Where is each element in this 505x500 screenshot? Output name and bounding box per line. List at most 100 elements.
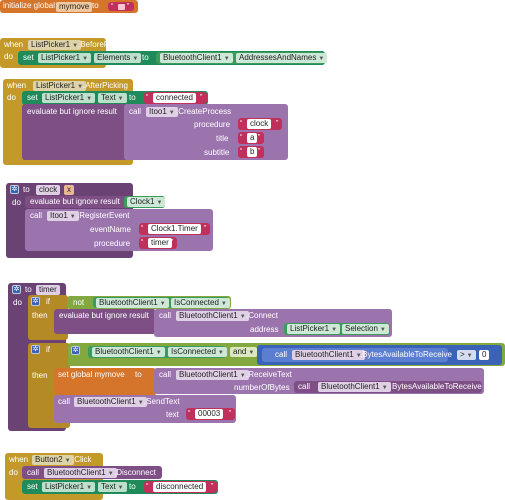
property-dropdown[interactable]: IsConnected ▼ xyxy=(168,347,227,357)
property-dropdown[interactable]: Text ▼ xyxy=(98,482,127,492)
bytes-available-getter-block[interactable]: call BluetoothClient1 ▼ BytesAvailableToR… xyxy=(294,381,482,393)
eventname-param-label: eventName xyxy=(90,225,131,234)
call-label: call xyxy=(129,107,142,116)
property-dropdown[interactable]: AddressesAndNames ▼ xyxy=(236,53,328,63)
text-block[interactable]: “ a ” xyxy=(238,132,264,144)
empty-text-block[interactable]: “ ” xyxy=(108,2,134,11)
component-dropdown[interactable]: Clock1 ▼ xyxy=(127,197,166,207)
isconnected-getter-block[interactable]: BluetoothClient1 ▼ IsConnected ▼ xyxy=(88,346,227,358)
if-label: if xyxy=(46,297,50,306)
text-value[interactable]: connected xyxy=(153,93,196,103)
selection-getter-block[interactable]: ListPicker1 ▼ Selection ▼ xyxy=(284,323,390,335)
do-label: do xyxy=(7,93,16,102)
connect-call-block[interactable]: call BluetoothClient1 ▼ .Connect address … xyxy=(154,309,392,337)
text-block[interactable]: “ timer ” xyxy=(139,237,177,249)
text-block[interactable]: “ clock ” xyxy=(238,118,282,130)
global-var-name[interactable]: mymove xyxy=(56,2,93,12)
component-dropdown[interactable]: BluetoothClient1 ▼ xyxy=(318,382,391,392)
bluetooth-getter-block[interactable]: BluetoothClient1 ▼ . AddressesAndNames ▼ xyxy=(156,52,328,64)
procedure-name-field[interactable]: timer xyxy=(36,285,60,295)
text-value[interactable]: disconnected xyxy=(153,482,207,492)
isconnected-getter-block[interactable]: BluetoothClient1 ▼ IsConnected ▼ xyxy=(93,297,230,308)
property-dropdown[interactable]: Selection ▼ xyxy=(342,324,389,334)
property-dropdown[interactable]: IsConnected ▼ xyxy=(171,298,230,308)
to-label: to xyxy=(25,285,32,294)
empty-text-field[interactable] xyxy=(118,4,125,10)
component-dropdown[interactable]: Button2 ▼ xyxy=(32,455,74,465)
text-value[interactable]: Clock1.Timer xyxy=(148,224,201,234)
text-block[interactable]: “ Clock1.Timer ” xyxy=(139,223,210,235)
component-dropdown[interactable]: BluetoothClient1 ▼ xyxy=(44,468,117,478)
set-text-block[interactable]: set ListPicker1 ▼ Text ▼ to “ connected ” xyxy=(22,91,208,105)
to-label: to xyxy=(92,1,99,10)
method-name: .BytesAvailableToReceive xyxy=(360,350,452,359)
component-dropdown[interactable]: ListPicker1 ▼ xyxy=(28,40,82,50)
component-dropdown[interactable]: BluetoothClient1 ▼ xyxy=(176,370,249,380)
component-dropdown[interactable]: ListPicker1 ▼ xyxy=(287,324,341,334)
when-label: when xyxy=(7,81,27,90)
param-x[interactable]: x xyxy=(64,185,74,195)
and-block[interactable]: ✲ BluetoothClient1 ▼ IsConnected ▼ and ▼ ca… xyxy=(68,343,505,366)
not-block[interactable]: not BluetoothClient1 ▼ IsConnected ▼ xyxy=(67,296,231,309)
clock1-component-block[interactable]: Clock1 ▼ xyxy=(124,196,166,208)
register-event-call-block[interactable]: call Itoo1 ▼ .RegisterEvent eventName pro… xyxy=(25,209,213,251)
component-dropdown[interactable]: BluetoothClient1 ▼ xyxy=(176,311,249,321)
text-value[interactable]: 00003 xyxy=(195,409,224,419)
text-block[interactable]: “ 00003 ” xyxy=(186,408,235,420)
gear-icon[interactable]: ✲ xyxy=(10,185,19,194)
text-value[interactable]: b xyxy=(247,147,258,157)
gear-icon[interactable]: ✲ xyxy=(71,346,80,355)
call-label: call xyxy=(159,370,172,379)
send-text-call-block[interactable]: call BluetoothClient1 ▼ .SendText text “ … xyxy=(54,395,236,423)
disconnect-call-block[interactable]: call BluetoothClient1 ▼ .Disconnect xyxy=(22,466,162,479)
text-block[interactable]: “ disconnected ” xyxy=(144,481,217,493)
create-process-call-block[interactable]: call Itoo1 ▼ .CreateProcess procedure tit… xyxy=(124,104,288,160)
property-dropdown[interactable]: Text ▼ xyxy=(98,93,127,103)
component-dropdown[interactable]: BluetoothClient1 ▼ xyxy=(92,347,165,357)
numberofbytes-param-label: numberOfBytes xyxy=(234,383,290,392)
component-dropdown[interactable]: Itoo1 ▼ xyxy=(47,211,79,221)
gear-icon[interactable]: ✲ xyxy=(31,345,40,354)
quote-icon: ” xyxy=(229,410,232,417)
bytes-available-call-block[interactable]: call BluetoothClient1 ▼ .BytesAvailableTo… xyxy=(262,348,452,362)
component-dropdown[interactable]: Itoo1 ▼ xyxy=(146,107,178,117)
compare-block[interactable]: call BluetoothClient1 ▼ .BytesAvailableTo… xyxy=(257,345,502,365)
component-dropdown[interactable]: ListPicker1 ▼ xyxy=(33,81,87,91)
set-label: set xyxy=(27,93,38,102)
text-block[interactable]: “ connected ” xyxy=(144,92,207,104)
receive-text-call-block[interactable]: call BluetoothClient1 ▼ .ReceiveText numb… xyxy=(154,368,484,394)
initialize-global-label: initialize global xyxy=(3,1,56,10)
initialize-global-block[interactable]: initialize global mymove to “ ” xyxy=(0,0,138,13)
component-dropdown[interactable]: BluetoothClient1 ▼ xyxy=(96,298,169,308)
quote-icon: ” xyxy=(204,225,207,232)
compare-operator-dropdown[interactable]: > ▼ xyxy=(457,350,476,360)
procedure-param-label: procedure xyxy=(94,239,131,248)
procedure-name-field[interactable]: clock xyxy=(36,185,61,195)
component-dropdown[interactable]: BluetoothClient1 ▼ xyxy=(74,397,147,407)
gear-icon[interactable]: ✲ xyxy=(31,297,40,306)
text-value[interactable]: timer xyxy=(148,238,172,248)
evaluate-ignore-block[interactable]: evaluate but ignore result xyxy=(54,309,156,334)
gear-icon[interactable]: ✲ xyxy=(12,285,21,294)
event-name: .AfterPicking xyxy=(83,81,128,90)
component-dropdown[interactable]: BluetoothClient1 ▼ xyxy=(160,53,233,63)
set-global-block[interactable]: set global mymove to xyxy=(54,368,156,396)
text-value[interactable]: a xyxy=(247,133,258,143)
text-block[interactable]: “ b ” xyxy=(238,146,264,158)
component-dropdown[interactable]: BluetoothClient1 ▼ xyxy=(292,350,365,360)
logic-operator-dropdown[interactable]: and ▼ xyxy=(230,347,258,357)
component-dropdown[interactable]: ListPicker1 ▼ xyxy=(42,93,96,103)
to-label: to xyxy=(23,185,30,194)
component-dropdown[interactable]: ListPicker1 ▼ xyxy=(38,53,92,63)
dot-label: . xyxy=(231,53,234,62)
component-dropdown[interactable]: ListPicker1 ▼ xyxy=(42,482,96,492)
set-text-block[interactable]: set ListPicker1 ▼ Text ▼ to “ disconnected… xyxy=(22,480,218,494)
then-label: then xyxy=(32,371,48,380)
procedure-param-label: procedure xyxy=(194,120,231,129)
evaluate-ignore-block[interactable]: evaluate but ignore result xyxy=(22,104,130,160)
property-dropdown[interactable]: Elements ▼ xyxy=(94,53,142,63)
number-value[interactable]: 0 xyxy=(479,350,490,360)
set-elements-block[interactable]: set ListPicker1 ▼ . Elements ▼ to Bluetoot… xyxy=(18,51,328,65)
text-value[interactable]: clock xyxy=(247,119,272,129)
evaluate-ignore-block[interactable]: evaluate but ignore result Clock1 ▼ xyxy=(25,196,166,208)
